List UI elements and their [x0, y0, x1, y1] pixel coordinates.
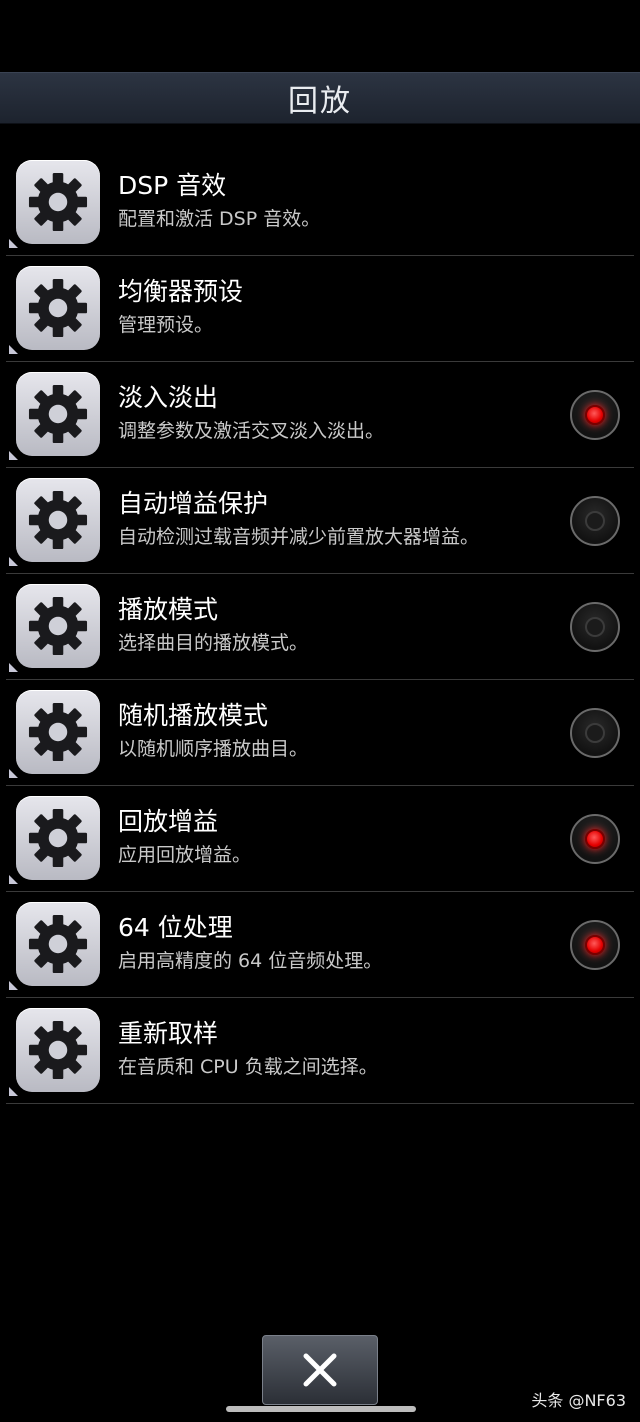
- toggle-led-icon: [585, 829, 605, 849]
- list-item-64bit[interactable]: 64 位处理 启用高精度的 64 位音频处理。: [6, 892, 634, 998]
- item-title: 播放模式: [118, 595, 219, 624]
- play-mode-toggle[interactable]: [570, 602, 620, 652]
- corner-indicator: [9, 557, 18, 566]
- gear-icon: [16, 690, 100, 774]
- settings-list: DSP 音效 配置和激活 DSP 音效。 均衡器预设 管理预设。 淡入淡出 调整…: [0, 150, 640, 1104]
- list-item-auto-gain[interactable]: 自动增益保护 自动检测过载音频并减少前置放大器增益。: [6, 468, 634, 574]
- item-title: 随机播放模式: [118, 701, 269, 730]
- corner-indicator: [9, 981, 18, 990]
- item-subtitle: 自动检测过载音频并减少前置放大器增益。: [118, 526, 480, 548]
- gear-icon: [16, 266, 100, 350]
- item-title: 均衡器预设: [118, 277, 244, 306]
- item-title: 淡入淡出: [118, 383, 219, 412]
- gear-icon: [16, 902, 100, 986]
- corner-indicator: [9, 345, 18, 354]
- watermark: 头条 @NF63: [531, 1391, 626, 1410]
- item-subtitle: 管理预设。: [118, 314, 214, 336]
- list-item-shuffle-mode[interactable]: 随机播放模式 以随机顺序播放曲目。: [6, 680, 634, 786]
- corner-indicator: [9, 875, 18, 884]
- header-bar: 回放: [0, 72, 640, 124]
- item-subtitle: 调整参数及激活交叉淡入淡出。: [118, 420, 385, 442]
- item-title: 64 位处理: [118, 913, 233, 942]
- item-subtitle: 启用高精度的 64 位音频处理。: [118, 950, 383, 972]
- item-subtitle: 以随机顺序播放曲目。: [118, 738, 309, 760]
- gear-icon: [16, 478, 100, 562]
- item-subtitle: 在音质和 CPU 负载之间选择。: [118, 1056, 378, 1078]
- 64bit-toggle[interactable]: [570, 920, 620, 970]
- list-item-replay-gain[interactable]: 回放增益 应用回放增益。: [6, 786, 634, 892]
- close-icon: [303, 1353, 337, 1387]
- auto-gain-toggle[interactable]: [570, 496, 620, 546]
- corner-indicator: [9, 239, 18, 248]
- toggle-led-icon: [585, 405, 605, 425]
- corner-indicator: [9, 663, 18, 672]
- toggle-led-icon: [585, 723, 605, 743]
- corner-indicator: [9, 451, 18, 460]
- toggle-led-icon: [585, 617, 605, 637]
- gear-icon: [16, 796, 100, 880]
- replay-gain-toggle[interactable]: [570, 814, 620, 864]
- item-title: 回放增益: [118, 807, 219, 836]
- gear-icon: [16, 584, 100, 668]
- gear-icon: [16, 1008, 100, 1092]
- list-item-eq-presets[interactable]: 均衡器预设 管理预设。: [6, 256, 634, 362]
- gear-icon: [16, 372, 100, 456]
- gear-icon: [16, 160, 100, 244]
- corner-indicator: [9, 1087, 18, 1096]
- list-item-resample[interactable]: 重新取样 在音质和 CPU 负载之间选择。: [6, 998, 634, 1104]
- page-title: 回放: [288, 84, 352, 119]
- toggle-led-icon: [585, 511, 605, 531]
- home-indicator[interactable]: [226, 1406, 416, 1412]
- list-item-play-mode[interactable]: 播放模式 选择曲目的播放模式。: [6, 574, 634, 680]
- item-title: 重新取样: [118, 1019, 219, 1048]
- crossfade-toggle[interactable]: [570, 390, 620, 440]
- item-title: 自动增益保护: [118, 489, 269, 518]
- toggle-led-icon: [585, 935, 605, 955]
- item-subtitle: 选择曲目的播放模式。: [118, 632, 309, 654]
- list-item-crossfade[interactable]: 淡入淡出 调整参数及激活交叉淡入淡出。: [6, 362, 634, 468]
- list-item-dsp[interactable]: DSP 音效 配置和激活 DSP 音效。: [6, 150, 634, 256]
- corner-indicator: [9, 769, 18, 778]
- close-button[interactable]: [262, 1335, 378, 1405]
- item-subtitle: 配置和激活 DSP 音效。: [118, 208, 321, 230]
- shuffle-mode-toggle[interactable]: [570, 708, 620, 758]
- item-title: DSP 音效: [118, 171, 227, 200]
- item-subtitle: 应用回放增益。: [118, 844, 252, 866]
